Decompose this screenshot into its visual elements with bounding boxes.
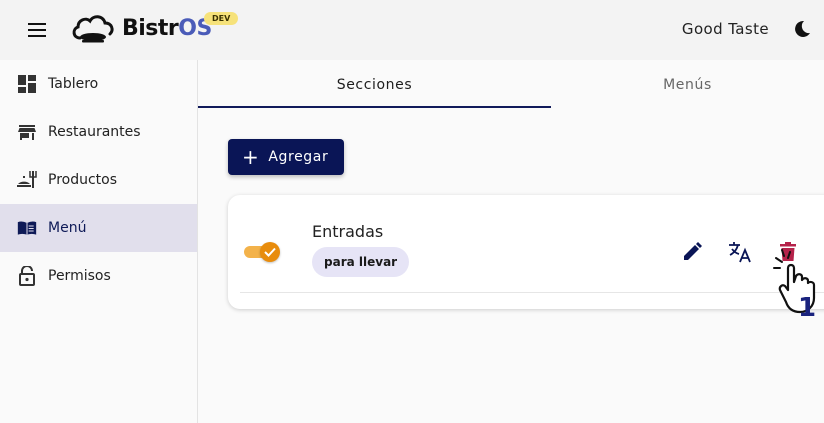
add-section-button[interactable]: + Agregar (228, 139, 344, 175)
edit-button[interactable] (680, 240, 704, 264)
sidebar-item-label: Restaurantes (48, 124, 141, 140)
toggle-thumb (260, 242, 280, 262)
click-pointer-icon: 1 (773, 249, 816, 320)
section-card: Entradas para llevar (228, 195, 824, 309)
sidebar-item-restaurantes[interactable]: Restaurantes (0, 108, 197, 156)
menu-book-icon (17, 218, 37, 238)
store-icon (17, 122, 37, 142)
app-logo[interactable]: BistrOS DEV (70, 12, 239, 44)
section-tag-chip: para llevar (312, 247, 410, 277)
sidebar-item-permisos[interactable]: Permisos (0, 252, 197, 300)
pencil-icon (684, 242, 702, 260)
check-icon (264, 247, 276, 257)
translate-icon (729, 242, 751, 263)
sidebar-item-label: Productos (48, 172, 118, 188)
tab-bar: Secciones Menús (198, 60, 824, 109)
user-name[interactable]: Good Taste (682, 20, 769, 38)
add-button-label: Agregar (268, 149, 329, 165)
food-icon (17, 170, 37, 190)
menu-icon (28, 23, 46, 37)
translate-button[interactable] (728, 240, 752, 264)
active-tab-indicator (198, 106, 551, 108)
env-badge: DEV (204, 12, 239, 25)
cloud-dish-icon (72, 15, 114, 43)
sidebar-item-tablero[interactable]: Tablero (0, 60, 197, 108)
tab-secciones[interactable]: Secciones (198, 60, 551, 109)
card-divider (240, 292, 824, 293)
section-title: Entradas (312, 222, 384, 241)
moon-icon (795, 20, 810, 37)
plus-icon: + (242, 145, 260, 169)
sidebar-item-label: Permisos (48, 268, 111, 284)
sidebar-item-menu[interactable]: Menú (0, 204, 197, 252)
hamburger-menu-button[interactable] (22, 18, 52, 42)
section-enabled-toggle[interactable] (244, 242, 280, 262)
sidebar-item-label: Tablero (48, 76, 99, 92)
sidebar: Tablero Restaurantes Productos Menú Perm… (0, 60, 198, 423)
brand-name: BistrOS (122, 15, 212, 41)
step-number: 1 (798, 293, 816, 320)
app-header: BistrOS DEV Good Taste (0, 0, 824, 60)
sidebar-item-label: Menú (48, 220, 87, 236)
tab-menus[interactable]: Menús (551, 60, 824, 109)
dashboard-icon (17, 74, 37, 94)
theme-toggle-button[interactable] (792, 19, 812, 39)
lock-icon (17, 266, 37, 286)
sidebar-item-productos[interactable]: Productos (0, 156, 197, 204)
